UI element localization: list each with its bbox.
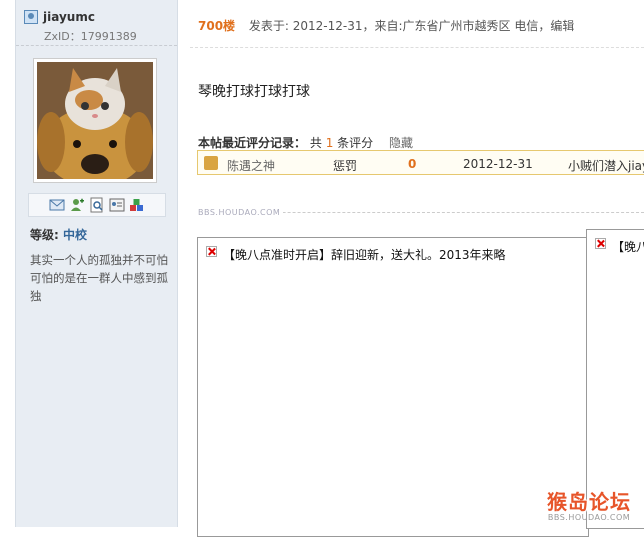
logo-main-text: 猴岛论坛 bbox=[547, 490, 631, 514]
rating-hide-link[interactable]: 隐藏 bbox=[389, 136, 413, 150]
broken-image-alt: 【晚八点准时开启】辞旧迎新，送大礼。2013年来略 bbox=[223, 248, 506, 262]
broken-image-2[interactable]: 【晚八 bbox=[595, 238, 644, 255]
rating-title: 本帖最近评分记录： 共 1 条评分 隐藏 bbox=[198, 134, 413, 151]
rating-row: 陈遇之神 惩罚 0 2012-12-31 小贼们潜入jiay bbox=[197, 150, 644, 175]
broken-image-frame[interactable]: 【晚八点准时开启】辞旧迎新，送大礼。2013年来略 bbox=[197, 237, 589, 537]
user-icon bbox=[24, 10, 38, 24]
post-header: 700楼 发表于: 2012-12-31，来自:广东省广州市越秀区 电信，编辑 bbox=[198, 17, 574, 34]
rating-action: 惩罚 bbox=[333, 159, 358, 173]
search-posts-icon[interactable] bbox=[89, 197, 105, 213]
avatar-image bbox=[37, 62, 153, 179]
post-header-divider bbox=[190, 47, 644, 48]
add-friend-icon[interactable] bbox=[69, 197, 85, 213]
level-label: 等级: bbox=[30, 228, 59, 242]
watermark-text: BBS.HOUDAO.COM bbox=[198, 208, 284, 217]
broken-image-frame-2[interactable]: 【晚八 bbox=[586, 229, 644, 529]
rating-reason: 小贼们潜入jiay bbox=[568, 159, 644, 173]
broken-image-icon bbox=[595, 238, 606, 249]
rater-name[interactable]: 陈遇之神 bbox=[227, 157, 275, 174]
rater-avatar[interactable] bbox=[204, 156, 218, 170]
author-username[interactable]: jiayumc bbox=[43, 10, 95, 24]
floor-number[interactable]: 700楼 bbox=[198, 19, 235, 33]
author-action-bar bbox=[28, 193, 166, 217]
author-zxid: ZxID：17991389 bbox=[44, 30, 137, 43]
rating-title-label: 本帖最近评分记录： bbox=[198, 136, 307, 150]
rating-title-prefix: 共 bbox=[309, 136, 322, 150]
author-signature: 其实一个人的孤独并不可怕 可怕的是在一群人中感到孤独 bbox=[30, 253, 180, 303]
level-value: 中校 bbox=[63, 228, 88, 242]
post-meta: 发表于: 2012-12-31，来自:广东省广州市越秀区 电信，编辑 bbox=[248, 19, 575, 33]
author-header: jiayumc bbox=[24, 10, 95, 24]
author-sidebar: jiayumc ZxID：17991389 等级: 中校 其实一个人的孤独并不可… bbox=[15, 0, 180, 527]
rating-count: 1 bbox=[325, 136, 334, 150]
broken-image[interactable]: 【晚八点准时开启】辞旧迎新，送大礼。2013年来略 bbox=[206, 246, 506, 263]
rating-date: 2012-12-31 bbox=[463, 157, 533, 171]
site-logo-watermark: 猴岛论坛 BBS.HOUDAO.COM bbox=[547, 486, 631, 522]
author-level: 等级: 中校 bbox=[30, 226, 87, 243]
message-icon[interactable] bbox=[49, 197, 65, 213]
post-content: 琴晚打球打球打球 bbox=[198, 84, 310, 100]
broken-image-icon bbox=[206, 246, 217, 257]
sidebar-divider bbox=[16, 45, 177, 46]
avatar[interactable] bbox=[33, 58, 157, 183]
logo-sub-text: BBS.HOUDAO.COM bbox=[547, 513, 631, 522]
rating-title-suffix: 条评分 bbox=[337, 136, 374, 150]
rating-score: 0 bbox=[408, 157, 417, 171]
profile-icon[interactable] bbox=[109, 197, 125, 213]
blocks-icon[interactable] bbox=[129, 197, 145, 213]
broken-image-alt-2: 【晚八 bbox=[612, 240, 644, 254]
